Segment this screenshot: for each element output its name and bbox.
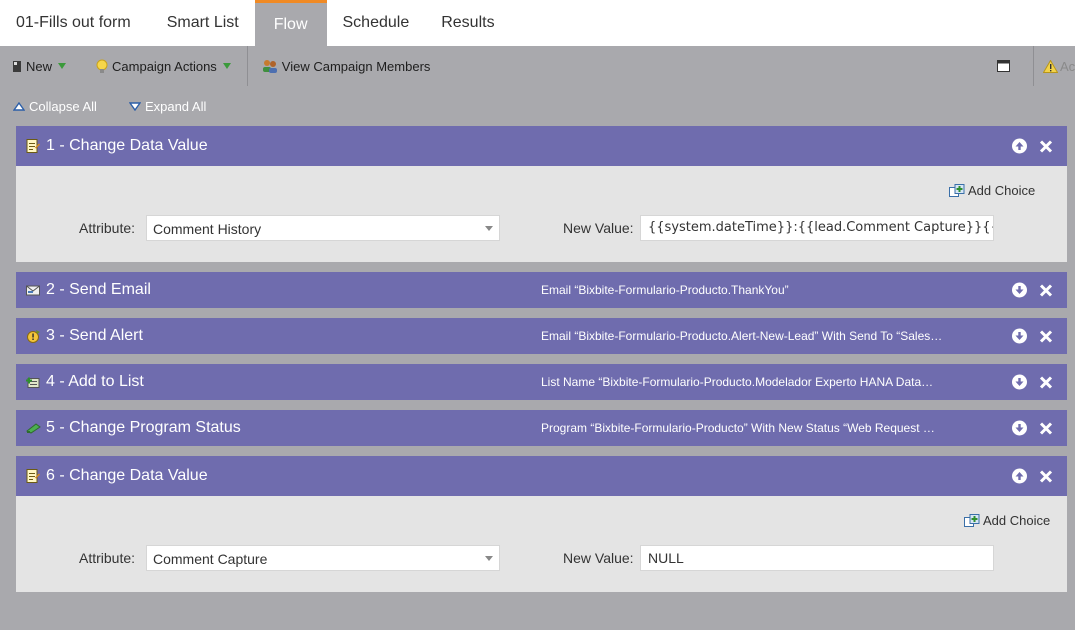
flow-step: 1 - Change Data Value Add Choice Attribu… — [16, 126, 1067, 262]
step-title: 1 - Change Data Value — [46, 137, 208, 154]
delete-step-icon[interactable] — [1039, 469, 1053, 483]
tab-flow[interactable]: Flow — [254, 0, 327, 46]
tab-bar: 01-Fills out form Smart List Flow Schedu… — [0, 0, 1075, 46]
view-campaign-members-label: View Campaign Members — [281, 58, 431, 74]
new-value-input[interactable]: NULL — [640, 545, 994, 571]
chevron-down-icon — [485, 226, 493, 231]
attribute-label: Attribute: — [79, 220, 136, 236]
document-icon — [12, 60, 22, 73]
lightbulb-icon — [96, 59, 108, 74]
move-down-icon[interactable] — [1012, 420, 1027, 436]
activity-button[interactable]: Activity — [1034, 59, 1075, 74]
attribute-select[interactable]: Comment Capture — [146, 545, 500, 571]
add-choice-icon — [949, 183, 966, 198]
tab-campaign-name[interactable]: 01-Fills out form — [0, 0, 151, 46]
move-up-icon[interactable] — [1012, 468, 1027, 484]
add-choice-button[interactable]: Add Choice — [964, 513, 1050, 528]
step-summary: Email “Bixbite-Formulario-Producto.Thank… — [541, 283, 789, 297]
delete-step-icon[interactable] — [1039, 139, 1053, 153]
step-header[interactable]: 4 - Add to List List Name “Bixbite-Formu… — [16, 364, 1067, 400]
step-title: 3 - Send Alert — [46, 327, 143, 344]
move-down-icon[interactable] — [1012, 374, 1027, 390]
flow-steps: 1 - Change Data Value Add Choice Attribu… — [16, 126, 1067, 602]
delete-step-icon[interactable] — [1039, 283, 1053, 297]
new-value-label: New Value: — [563, 550, 634, 566]
step-header[interactable]: 5 - Change Program Status Program “Bixbi… — [16, 410, 1067, 446]
people-icon — [262, 59, 278, 73]
step-header[interactable]: 6 - Change Data Value — [16, 456, 1067, 496]
new-value-input[interactable]: {{system.dateTime}}:{{lead.Comment Captu… — [640, 215, 994, 241]
add-to-list-icon — [26, 376, 41, 389]
change-data-value-icon — [26, 139, 40, 154]
collapse-all-button[interactable]: Collapse All — [0, 99, 109, 114]
step-title: 2 - Send Email — [46, 281, 151, 298]
triangle-up-icon — [13, 101, 25, 111]
flow-step: 6 - Change Data Value Add Choice Attribu… — [16, 456, 1067, 592]
step-summary: List Name “Bixbite-Formulario-Producto.M… — [541, 375, 934, 389]
step-body: Add Choice Attribute: Comment Capture Ne… — [16, 496, 1067, 592]
add-choice-icon — [964, 513, 981, 528]
window-icon[interactable] — [997, 60, 1010, 72]
expand-all-button[interactable]: Expand All — [109, 99, 218, 114]
delete-step-icon[interactable] — [1039, 421, 1053, 435]
activity-label: Activity — [1060, 58, 1075, 74]
chevron-down-icon — [222, 63, 231, 69]
tab-results[interactable]: Results — [425, 0, 510, 46]
add-choice-button[interactable]: Add Choice — [949, 183, 1035, 198]
step-summary: Email “Bixbite-Formulario-Producto.Alert… — [541, 329, 943, 343]
toolbar-right: Activity — [997, 46, 1075, 86]
delete-step-icon[interactable] — [1039, 375, 1053, 389]
step-title: 4 - Add to List — [46, 373, 144, 390]
change-program-status-icon — [26, 422, 41, 434]
attribute-select[interactable]: Comment History — [146, 215, 500, 241]
flow-step: 4 - Add to List List Name “Bixbite-Formu… — [16, 364, 1067, 400]
attribute-value: Comment Capture — [153, 551, 268, 567]
step-header[interactable]: 1 - Change Data Value — [16, 126, 1067, 166]
step-body: Add Choice Attribute: Comment History Ne… — [16, 166, 1067, 262]
collapse-all-label: Collapse All — [29, 98, 97, 114]
tab-smart-list[interactable]: Smart List — [151, 0, 255, 46]
campaign-actions-label: Campaign Actions — [112, 58, 217, 74]
move-down-icon[interactable] — [1012, 282, 1027, 298]
expand-all-label: Expand All — [144, 98, 207, 114]
step-header[interactable]: 2 - Send Email Email “Bixbite-Formulario… — [16, 272, 1067, 308]
toolbar: New Campaign Actions View Campaign Membe… — [0, 46, 1075, 86]
change-data-value-icon — [26, 469, 40, 484]
chevron-down-icon — [58, 63, 67, 69]
step-title: 6 - Change Data Value — [46, 467, 208, 484]
move-down-icon[interactable] — [1012, 328, 1027, 344]
send-alert-icon — [26, 329, 41, 343]
step-title: 5 - Change Program Status — [46, 419, 241, 436]
new-value-label: New Value: — [563, 220, 634, 236]
view-campaign-members-button[interactable]: View Campaign Members — [252, 46, 443, 86]
triangle-down-icon — [128, 101, 141, 111]
warning-icon — [1043, 59, 1058, 73]
move-up-icon[interactable] — [1012, 138, 1027, 154]
step-header[interactable]: 3 - Send Alert Email “Bixbite-Formulario… — [16, 318, 1067, 354]
flow-step: 3 - Send Alert Email “Bixbite-Formulario… — [16, 318, 1067, 354]
new-button[interactable]: New — [0, 46, 78, 86]
add-choice-label: Add Choice — [983, 513, 1051, 528]
toolbar-divider — [246, 46, 248, 86]
send-email-icon — [26, 284, 40, 296]
tab-schedule[interactable]: Schedule — [327, 0, 426, 46]
flow-step: 2 - Send Email Email “Bixbite-Formulario… — [16, 272, 1067, 308]
attribute-value: Comment History — [153, 221, 262, 237]
attribute-label: Attribute: — [79, 550, 136, 566]
step-summary: Program “Bixbite-Formulario-Producto” Wi… — [541, 421, 935, 435]
expand-bar: Collapse All Expand All — [0, 86, 1075, 126]
flow-step: 5 - Change Program Status Program “Bixbi… — [16, 410, 1067, 446]
chevron-down-icon — [485, 556, 493, 561]
new-label: New — [26, 58, 53, 74]
campaign-actions-button[interactable]: Campaign Actions — [78, 46, 243, 86]
add-choice-label: Add Choice — [968, 183, 1036, 198]
delete-step-icon[interactable] — [1039, 329, 1053, 343]
